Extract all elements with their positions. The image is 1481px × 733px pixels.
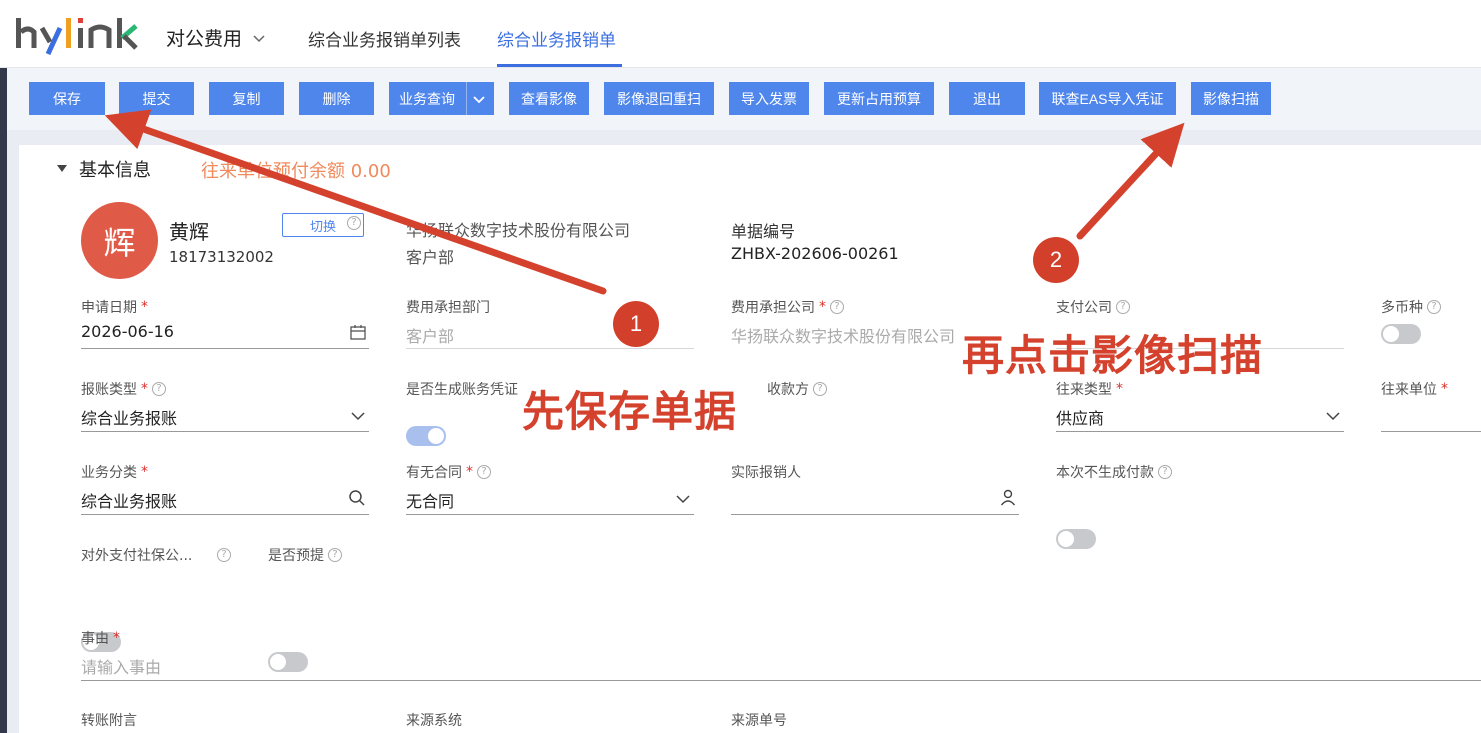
actual-person-label: 实际报销人 <box>731 465 801 481</box>
submit-button[interactable]: 提交 <box>119 82 194 115</box>
multi-currency-label: 多币种? <box>1381 297 1441 317</box>
step2-annotation-text: 再点击影像扫描 <box>962 331 1264 380</box>
hylink-logo <box>16 18 138 56</box>
user-company: 华扬联众数字技术股份有限公司 <box>406 221 631 240</box>
chevron-down-icon <box>472 95 485 103</box>
user-icon[interactable] <box>999 488 1017 506</box>
pre-accrual-label: 是否预提? <box>268 545 342 565</box>
step-badge-1: 1 <box>613 301 659 347</box>
apply-date-label: 申请日期 * <box>81 299 148 316</box>
multi-currency-toggle[interactable] <box>1381 324 1421 344</box>
avatar: 辉 <box>81 202 158 279</box>
user-name: 黄辉 <box>169 220 209 244</box>
image-scan-button[interactable]: 影像扫描 <box>1191 82 1271 115</box>
eas-voucher-button[interactable]: 联查EAS导入凭证 <box>1039 82 1176 115</box>
apply-date-input[interactable]: 2026-06-16 <box>81 322 174 341</box>
source-system-label: 来源系统 <box>406 713 462 729</box>
transfer-note-label: 转账附言 <box>81 713 137 729</box>
partner-type-underline <box>1056 431 1344 432</box>
calendar-icon[interactable] <box>349 323 367 341</box>
app-window: 对公费用 综合业务报销单列表 综合业务报销单 保存 提交 复制 删除 业务查询 … <box>0 0 1481 733</box>
reason-label: 事由 * <box>81 630 120 647</box>
cost-dept-label: 费用承担部门 <box>406 300 490 316</box>
switch-user-button[interactable]: 切换 ? <box>282 213 364 237</box>
biz-category-input[interactable]: 综合业务报账 <box>81 488 177 512</box>
no-payment-toggle[interactable] <box>1056 529 1096 549</box>
partner-unit-underline <box>1381 431 1481 432</box>
partner-unit-label: 往来单位 * <box>1381 381 1448 398</box>
delete-button[interactable]: 删除 <box>299 82 374 115</box>
doc-number-value: ZHBX-202606-00261 <box>731 244 899 263</box>
tab-reimbursement-form[interactable]: 综合业务报销单 <box>497 26 616 51</box>
business-query-button[interactable]: 业务查询 <box>389 82 494 115</box>
no-payment-label: 本次不生成付款? <box>1056 462 1172 482</box>
cost-dept-underline <box>406 348 694 349</box>
reason-underline <box>81 680 1481 681</box>
active-tab-indicator <box>497 64 622 67</box>
user-phone: 18173132002 <box>169 248 274 266</box>
contract-underline <box>406 514 694 515</box>
payee-label: 收款方? <box>767 379 827 399</box>
cost-dept-input[interactable]: 客户部 <box>406 323 454 347</box>
cost-company-label: 费用承担公司 *? <box>731 297 844 317</box>
help-icon: ? <box>217 548 231 562</box>
chevron-down-icon[interactable] <box>1324 407 1342 425</box>
help-icon: ? <box>347 216 361 230</box>
app-name: 对公费用 <box>166 28 243 50</box>
tab-reimbursement-list[interactable]: 综合业务报销单列表 <box>308 26 461 51</box>
pay-company-label: 支付公司? <box>1056 297 1130 317</box>
user-dept: 客户部 <box>406 248 455 267</box>
update-budget-button[interactable]: 更新占用预算 <box>824 82 934 115</box>
reimb-type-underline <box>81 431 369 432</box>
chevron-down-icon[interactable] <box>349 407 367 425</box>
save-button[interactable]: 保存 <box>29 82 105 115</box>
biz-category-underline <box>81 514 369 515</box>
collapse-triangle-icon[interactable] <box>56 162 68 174</box>
left-sidebar-strip <box>0 68 7 733</box>
search-icon[interactable] <box>348 489 366 507</box>
gen-voucher-toggle[interactable] <box>406 426 446 446</box>
step1-annotation-text: 先保存单据 <box>522 387 738 436</box>
reason-input[interactable]: 请输入事由 <box>81 654 161 678</box>
source-no-label: 来源单号 <box>731 713 787 729</box>
chevron-down-icon <box>253 34 265 42</box>
top-nav: 对公费用 综合业务报销单列表 综合业务报销单 <box>0 0 1481 68</box>
reimb-type-select[interactable]: 综合业务报账 <box>81 405 177 429</box>
copy-button[interactable]: 复制 <box>209 82 284 115</box>
reimb-type-label: 报账类型 *? <box>81 379 166 399</box>
section-title: 基本信息 <box>79 160 151 181</box>
import-invoice-button[interactable]: 导入发票 <box>729 82 809 115</box>
apply-date-underline <box>81 348 369 349</box>
actual-person-underline <box>731 514 1019 515</box>
doc-number-label: 单据编号 <box>731 222 796 241</box>
biz-category-label: 业务分类 * <box>81 464 148 481</box>
business-query-dropdown[interactable] <box>466 82 490 115</box>
cost-company-input[interactable]: 华扬联众数字技术股份有限公司 <box>731 323 955 347</box>
toolbar: 保存 提交 复制 删除 业务查询 查看影像 影像退回重扫 导入发票 更新占用预算… <box>7 68 1481 130</box>
exit-button[interactable]: 退出 <box>949 82 1025 115</box>
social-security-label: 对外支付社保公... <box>81 548 193 564</box>
step-badge-2: 2 <box>1033 237 1079 283</box>
app-switcher[interactable]: 对公费用 <box>166 24 266 51</box>
view-image-button[interactable]: 查看影像 <box>509 82 589 115</box>
gen-voucher-label: 是否生成账务凭证 <box>406 382 518 398</box>
basic-info-card: 基本信息 往来单位预付余额 0.00 辉 黄辉 18173132002 切换 ?… <box>19 145 1481 733</box>
chevron-down-icon[interactable] <box>674 490 692 508</box>
prepaid-balance-text: 往来单位预付余额 0.00 <box>201 161 391 182</box>
contract-select[interactable]: 无合同 <box>406 488 454 512</box>
pre-accrual-toggle[interactable] <box>268 652 308 672</box>
switch-label: 切换 <box>309 219 336 235</box>
contract-label: 有无合同 *? <box>406 462 491 482</box>
business-query-label: 业务查询 <box>399 90 455 107</box>
partner-type-select[interactable]: 供应商 <box>1056 405 1104 429</box>
image-return-rescan-button[interactable]: 影像退回重扫 <box>604 82 714 115</box>
